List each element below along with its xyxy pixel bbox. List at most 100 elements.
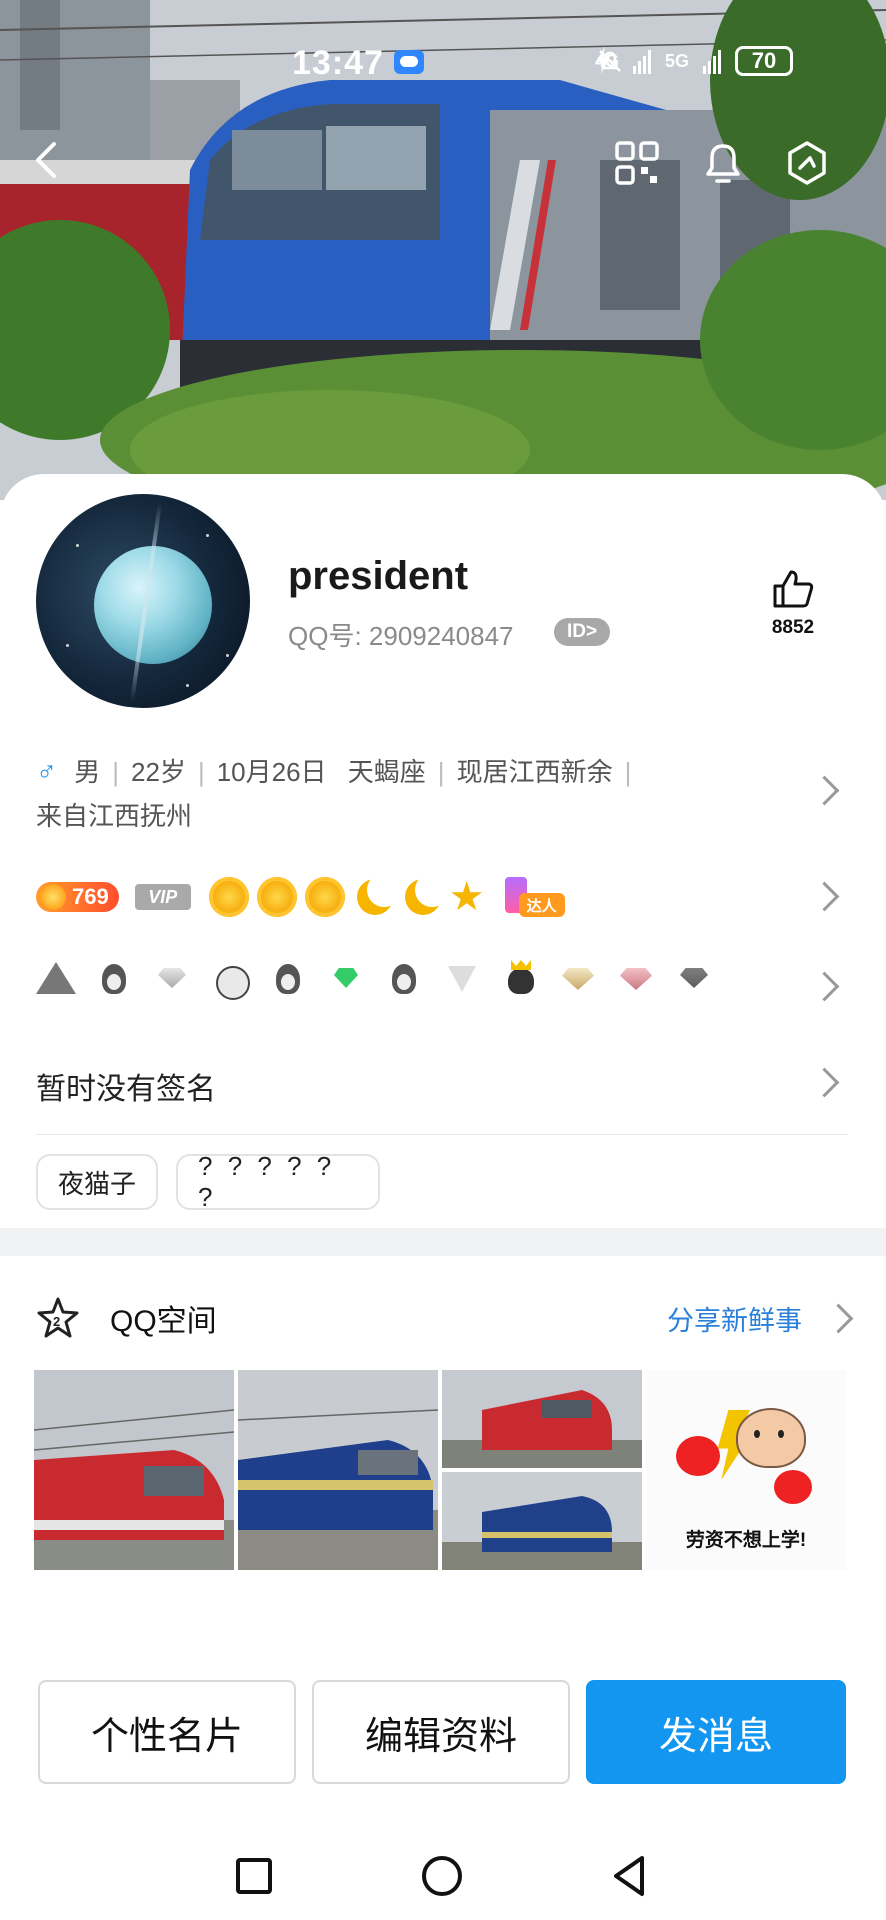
- badge-row[interactable]: [36, 958, 714, 1000]
- chevron-right-icon: [814, 970, 834, 1006]
- back-button[interactable]: [28, 140, 88, 200]
- blue-train-photo: [442, 1472, 642, 1570]
- send-message-button[interactable]: 发消息: [586, 1680, 846, 1784]
- level-sun-icon: [256, 877, 297, 917]
- badge-penguin-icon: [384, 958, 424, 998]
- tag-list: 夜猫子 ? ? ? ? ? ?: [36, 1151, 381, 1212]
- system-navigation-bar: [0, 1830, 886, 1920]
- signal-icon-2: [703, 48, 722, 74]
- level-value: 769: [72, 884, 109, 909]
- level-sun-icon: [208, 877, 249, 917]
- meme-caption: 劳资不想上学!: [685, 1530, 807, 1551]
- cover-photo[interactable]: 13:47 4G 5G 70: [0, 0, 886, 500]
- badge-penguin-icon: [268, 958, 308, 998]
- charging-icon: [597, 46, 609, 74]
- bell-icon: [706, 144, 740, 183]
- blue-train-photo: [238, 1370, 438, 1570]
- qr-code-button[interactable]: [614, 140, 674, 200]
- profile-info[interactable]: ♂ 男 | 22岁 | 10月26日 天蝎座 | 现居江西新余 | 来自江西抚州: [36, 750, 776, 838]
- zodiac: 天蝎座: [347, 757, 426, 787]
- badge-green-gem-icon: [326, 958, 366, 998]
- red-train-photo: [34, 1370, 234, 1570]
- level-star-icon: ★: [448, 875, 485, 919]
- home-button[interactable]: [412, 1846, 472, 1906]
- cat-icon: [736, 1408, 806, 1468]
- more-button[interactable]: [784, 140, 844, 200]
- meme-thumbnail[interactable]: 劳资不想上学!: [646, 1370, 846, 1570]
- badge-v-icon: [442, 958, 482, 998]
- like-count: 8852: [771, 617, 815, 638]
- notification-button[interactable]: [700, 140, 760, 200]
- svg-text:2: 2: [53, 1314, 60, 1329]
- level-moon-icon: [401, 873, 449, 917]
- id-badge[interactable]: ID>: [554, 618, 610, 646]
- photo-thumbnail-pair[interactable]: [442, 1370, 642, 1570]
- like-button[interactable]: 8852: [760, 568, 826, 639]
- badge-dark-diamond-icon: [674, 958, 714, 998]
- hometown: 来自江西抚州: [36, 801, 193, 831]
- vip-badge: VIP: [134, 884, 191, 910]
- tag-item[interactable]: ? ? ? ? ? ?: [176, 1151, 381, 1212]
- circle-icon: [422, 1856, 462, 1896]
- triangle-back-icon: [614, 1856, 644, 1896]
- badge-crown-penguin-icon: [500, 958, 540, 998]
- daren-tag: 达人: [518, 893, 565, 917]
- action-bar: 个性名片 编辑资料 发消息: [38, 1680, 846, 1784]
- badge-penguin-icon: [94, 958, 134, 998]
- signature[interactable]: 暂时没有签名: [36, 1064, 216, 1108]
- back-nav-button[interactable]: [600, 1846, 660, 1906]
- level-sun-icon: [304, 877, 345, 917]
- qr-code-icon: [615, 141, 659, 185]
- status-time: 13:47: [292, 44, 384, 82]
- share-news-link[interactable]: 分享新鲜事: [667, 1299, 802, 1338]
- location: 现居江西新余: [456, 757, 613, 787]
- cloud-icon: [394, 50, 424, 74]
- photo-thumbnail[interactable]: [34, 1370, 234, 1570]
- gender: 男: [74, 757, 101, 787]
- section-divider: [0, 1228, 886, 1256]
- chevron-right-icon: [814, 774, 834, 810]
- qq-number-value: 2909240847: [368, 621, 514, 651]
- profile-name: president: [288, 554, 469, 598]
- badge-diamond-icon: [152, 958, 192, 998]
- badge-gold-diamond-icon: [558, 958, 598, 998]
- thumbs-up-icon: [773, 570, 814, 608]
- boxing-glove-icon: [774, 1470, 812, 1504]
- qq-space-header[interactable]: 2 QQ空间 分享新鲜事: [36, 1290, 848, 1346]
- avatar[interactable]: [36, 494, 250, 708]
- badge-pink-diamond-icon: [616, 958, 656, 998]
- signal-icon: [633, 48, 652, 74]
- status-bar: 13:47 4G 5G 70: [0, 44, 886, 84]
- boxing-glove-icon: [676, 1436, 720, 1476]
- profile-card-button[interactable]: 个性名片: [38, 1680, 296, 1784]
- qq-space-photos: 劳资不想上学!: [34, 1370, 846, 1570]
- photo-thumbnail[interactable]: [238, 1370, 438, 1570]
- qq-number[interactable]: QQ号: 2909240847: [288, 616, 514, 653]
- edit-profile-button[interactable]: 编辑资料: [312, 1680, 570, 1784]
- divider: [36, 1134, 848, 1135]
- star-outline-icon: 2: [37, 1297, 79, 1338]
- qq-number-label: QQ号:: [288, 621, 362, 651]
- badge-bomb-icon: [210, 958, 250, 1000]
- birthday: 10月26日: [216, 757, 327, 787]
- hexagon-icon: [788, 141, 826, 185]
- red-train-photo: [442, 1370, 642, 1468]
- chevron-right-icon: [814, 880, 834, 916]
- level-badge: 769: [36, 882, 119, 912]
- level-moon-icon: [353, 873, 401, 917]
- chevron-right-icon: [814, 1066, 834, 1102]
- chevron-left-icon: [36, 142, 56, 178]
- square-icon: [236, 1858, 272, 1894]
- qq-space-title: QQ空间: [110, 1305, 217, 1338]
- battery-indicator: 70: [735, 46, 794, 76]
- daren-badge: 达人: [491, 875, 567, 919]
- level-row[interactable]: 769 VIP ★ 达人: [36, 872, 567, 922]
- tag-item[interactable]: 夜猫子: [36, 1154, 159, 1210]
- badge-shark-icon: [36, 958, 76, 998]
- recents-button[interactable]: [224, 1846, 284, 1906]
- sun-icon: [40, 884, 66, 910]
- male-icon: ♂: [36, 756, 57, 787]
- network-5g-label: 5G: [665, 50, 690, 71]
- age: 22岁: [131, 757, 186, 787]
- chevron-right-icon: [828, 1302, 848, 1338]
